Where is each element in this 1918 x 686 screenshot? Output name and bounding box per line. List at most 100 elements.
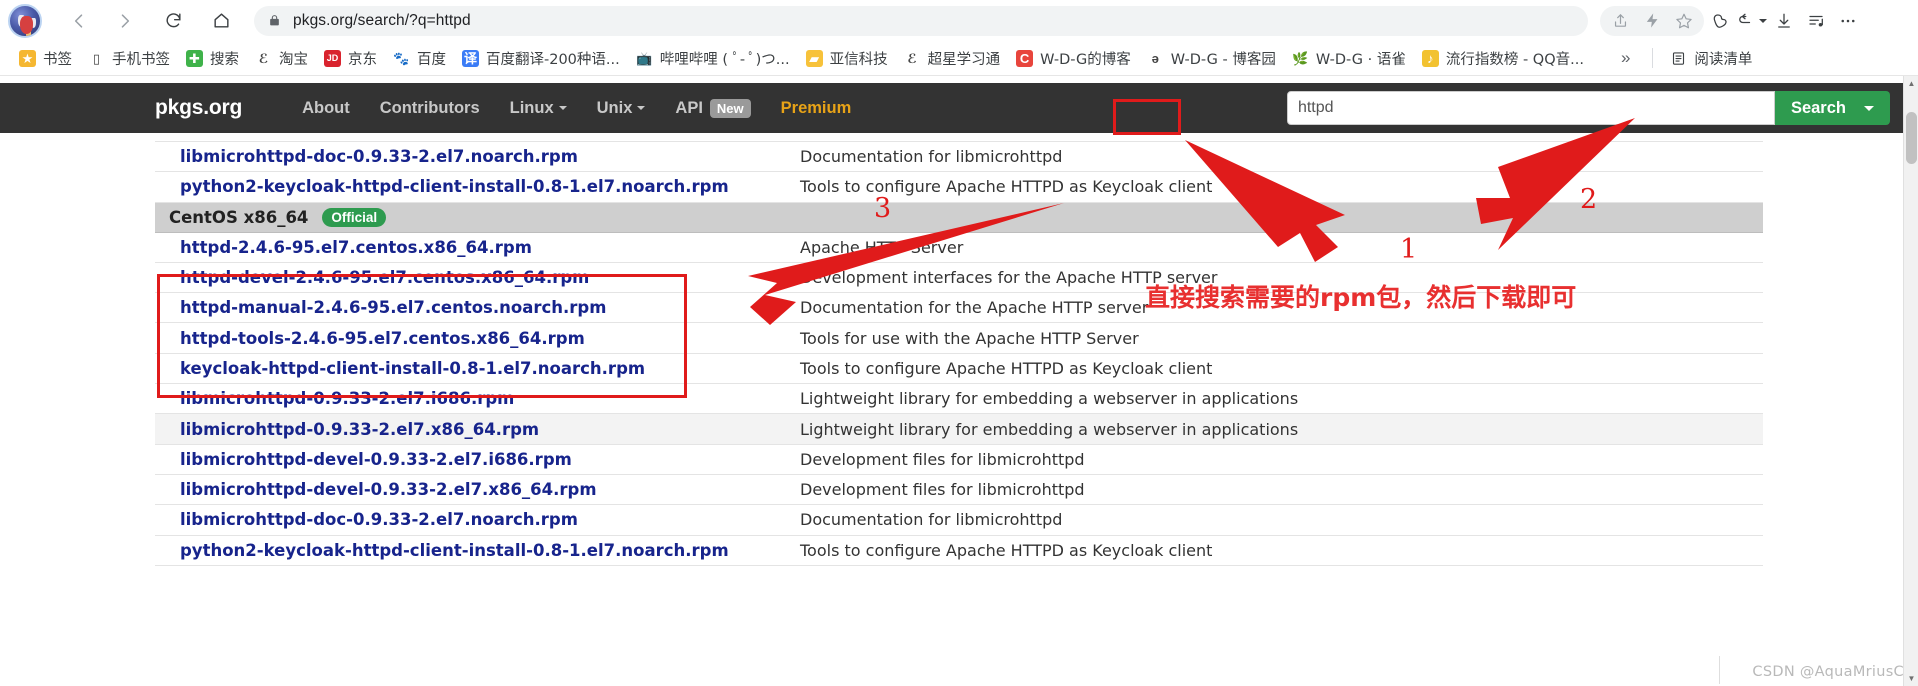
package-link[interactable]: python2-keycloak-httpd-client-install-0.… xyxy=(155,541,800,560)
bookmark-item[interactable]: ℰ超星学习通 xyxy=(897,45,1008,71)
table-row: libmicrohttpd-devel-0.9.33-2.el7.x86_64.… xyxy=(155,475,1763,505)
bookmark-item[interactable]: ♪ 流行指数榜 - QQ音... xyxy=(1415,45,1591,71)
site-nav-link-premium[interactable]: Premium xyxy=(781,99,852,118)
address-bar-url: pkgs.org/search/?q=httpd xyxy=(293,12,471,30)
site-nav-link-linux[interactable]: Linux xyxy=(510,99,567,118)
more-icon[interactable] xyxy=(1832,6,1864,36)
table-row: httpd-manual-2.4.6-95.el7.centos.noarch.… xyxy=(155,293,1763,323)
site-nav-link-label: Contributors xyxy=(380,99,480,118)
bookmark-item[interactable]: ℰ 淘宝 xyxy=(248,45,315,71)
bookmark-item[interactable]: 🌿W-D-G · 语雀 xyxy=(1285,45,1413,71)
package-link[interactable]: keycloak-httpd-client-install-0.8-1.el7.… xyxy=(155,359,800,378)
page-top-strip xyxy=(0,76,1918,83)
bookmark-label: 百度翻译-200种语... xyxy=(486,48,620,69)
new-badge: New xyxy=(710,99,751,118)
bookmark-label: 京东 xyxy=(348,48,377,69)
package-link[interactable]: libmicrohttpd-0.9.33-2.el7.x86_64.rpm xyxy=(155,420,800,439)
screenshot-root: pkgs.org/search/?q=httpd xyxy=(0,0,1918,686)
folder-icon: ▰ xyxy=(806,50,823,67)
bookmark-item[interactable]: CW-D-G的博客 xyxy=(1009,45,1138,71)
bookmarks-bar: ★书签▯手机书签✚搜索 ℰ 淘宝 JD京东🐾百度译百度翻译-200种语... 📺 哔哩哔哩… xyxy=(0,41,1918,76)
package-description: Development interfaces for the Apache HT… xyxy=(800,268,1217,287)
bookmark-item[interactable]: 译百度翻译-200种语... xyxy=(455,45,627,71)
site-nav-link-about[interactable]: About xyxy=(302,99,350,118)
package-link[interactable]: python2-keycloak-httpd-client-install-0.… xyxy=(155,177,800,196)
forward-icon[interactable] xyxy=(108,4,142,38)
bookmark-item[interactable]: JD京东 xyxy=(317,45,384,71)
package-link[interactable]: libmicrohttpd-doc-0.9.33-2.el7.noarch.rp… xyxy=(155,147,800,166)
reading-list-icon xyxy=(1670,50,1687,67)
bookmark-label: 流行指数榜 - QQ音... xyxy=(1446,48,1584,69)
table-row: libmicrohttpd-0.9.33-2.el7.x86_64.rpmLig… xyxy=(155,414,1763,444)
bookmark-label: 淘宝 xyxy=(279,48,308,69)
table-row: httpd-devel-2.4.6-95.el7.centos.x86_64.r… xyxy=(155,263,1763,293)
back-icon[interactable] xyxy=(62,4,96,38)
reading-list-label: 阅读清单 xyxy=(1694,48,1752,69)
bilibili-icon: 📺 xyxy=(636,50,653,67)
package-link[interactable]: httpd-tools-2.4.6-95.el7.centos.x86_64.r… xyxy=(155,329,800,348)
package-description: Lightweight library for embedding a webs… xyxy=(800,420,1298,439)
search-input[interactable] xyxy=(1287,91,1775,125)
package-description: Documentation for libmicrohttpd xyxy=(800,510,1062,529)
baidu-translate-icon: 译 xyxy=(462,50,479,67)
site-nav-links: About Contributors Linux Unix APINew Premium xyxy=(302,99,881,118)
lightning-icon[interactable] xyxy=(1636,6,1668,36)
official-badge: Official xyxy=(322,208,386,227)
page-scrollbar[interactable]: ▲ ▼ xyxy=(1903,76,1918,686)
taobao-icon: ℰ xyxy=(255,50,272,67)
bookmarks-overflow-button[interactable]: » xyxy=(1611,45,1640,71)
site-nav-link-label: Premium xyxy=(781,99,852,118)
bookmark-item[interactable]: ▰亚信科技 xyxy=(799,45,895,71)
package-description: Tools to configure Apache HTTPD as Keycl… xyxy=(800,177,1212,196)
csdn-icon: C xyxy=(1016,50,1033,67)
bookmark-item[interactable]: 🐾百度 xyxy=(386,45,453,71)
yuque-icon: 🌿 xyxy=(1292,50,1309,67)
search-button[interactable]: Search xyxy=(1775,91,1890,125)
scroll-up-arrow[interactable]: ▲ xyxy=(1904,76,1918,91)
history-back-icon[interactable] xyxy=(1736,6,1768,36)
lock-icon xyxy=(268,13,281,28)
star-icon[interactable] xyxy=(1668,6,1700,36)
csdn-watermark: CSDN @AquaMriusC xyxy=(1752,664,1904,680)
bookmark-item[interactable]: ✚搜索 xyxy=(179,45,246,71)
reading-list-button[interactable]: 阅读清单 xyxy=(1663,45,1759,71)
package-link[interactable]: libmicrohttpd-0.9.33-2.el7.i686.rpm xyxy=(155,389,800,408)
scrollbar-thumb[interactable] xyxy=(1906,112,1917,164)
bookmark-item[interactable]: əW-D-G - 博客园 xyxy=(1140,45,1283,71)
package-link[interactable]: httpd-2.4.6-95.el7.centos.x86_64.rpm xyxy=(155,238,800,257)
bookmark-item[interactable]: 📺 哔哩哔哩 ( ﾟ- ﾟ)つ... xyxy=(629,45,797,71)
reload-icon[interactable] xyxy=(156,4,190,38)
package-link[interactable]: httpd-devel-2.4.6-95.el7.centos.x86_64.r… xyxy=(155,268,800,287)
site-nav-link-api[interactable]: APINew xyxy=(675,99,750,118)
site-nav-link-contributors[interactable]: Contributors xyxy=(380,99,480,118)
package-description: Tools for use with the Apache HTTP Serve… xyxy=(800,329,1139,348)
site-nav-link-unix[interactable]: Unix xyxy=(597,99,646,118)
address-bar[interactable]: pkgs.org/search/?q=httpd xyxy=(254,6,1588,36)
package-link[interactable]: httpd-manual-2.4.6-95.el7.centos.noarch.… xyxy=(155,298,800,317)
scroll-down-arrow[interactable]: ▼ xyxy=(1904,671,1918,686)
bookmark-label: 哔哩哔哩 ( ﾟ- ﾟ)つ... xyxy=(660,48,790,69)
chevron-down-icon[interactable] xyxy=(1864,106,1874,111)
package-link[interactable]: libmicrohttpd-devel-0.9.33-2.el7.x86_64.… xyxy=(155,480,800,499)
table-row: python2-keycloak-httpd-client-install-0.… xyxy=(155,536,1763,566)
bookmark-label: 手机书签 xyxy=(112,48,170,69)
site-navbar: pkgs.org About Contributors Linux Unix APINe… xyxy=(0,83,1918,133)
table-row: httpd-tools-2.4.6-95.el7.centos.x86_64.r… xyxy=(155,323,1763,353)
collections-icon[interactable] xyxy=(1704,6,1736,36)
share-icon[interactable] xyxy=(1604,6,1636,36)
result-group-label: CentOS x86_64 xyxy=(169,208,308,227)
bookmark-label: 百度 xyxy=(417,48,446,69)
reading-list-icon[interactable] xyxy=(1800,6,1832,36)
bookmark-label: 搜索 xyxy=(210,48,239,69)
browser-toolbar: pkgs.org/search/?q=httpd xyxy=(0,0,1918,41)
package-description: Tools to configure Apache HTTPD as Keycl… xyxy=(800,359,1212,378)
bookmark-item[interactable]: ★书签 xyxy=(12,45,79,71)
package-link[interactable]: libmicrohttpd-doc-0.9.33-2.el7.noarch.rp… xyxy=(155,510,800,529)
downloads-icon[interactable] xyxy=(1768,6,1800,36)
profile-avatar[interactable] xyxy=(8,4,42,38)
package-link[interactable]: libmicrohttpd-devel-0.9.33-2.el7.i686.rp… xyxy=(155,450,800,469)
home-icon[interactable] xyxy=(204,4,238,38)
bookmark-item[interactable]: ▯手机书签 xyxy=(81,45,177,71)
site-brand[interactable]: pkgs.org xyxy=(155,96,242,120)
qq-music-icon: ♪ xyxy=(1422,50,1439,67)
